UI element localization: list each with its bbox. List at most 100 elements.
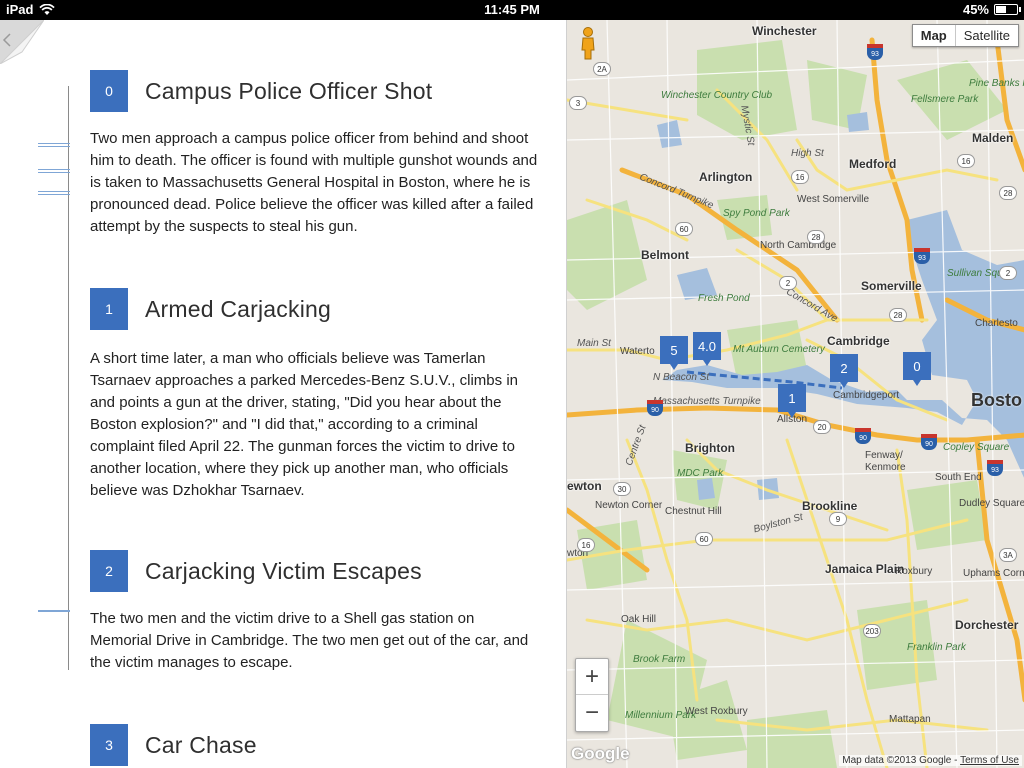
map-label: Roxbury [895,566,933,577]
battery-percent: 45% [962,2,989,17]
terms-of-use-link[interactable]: Terms of Use [960,755,1019,766]
map-type-map-button[interactable]: Map [913,25,956,46]
map-label: Newton Corner [595,500,663,511]
map-label: High St [791,148,824,159]
route-shield: 60 [675,222,693,236]
map-label: Medford [849,157,897,171]
map-label: West Roxbury [685,706,748,717]
zoom-control[interactable]: + − [575,658,609,732]
route-shield: 3A [999,548,1017,562]
event-number-badge[interactable]: 1 [90,288,128,330]
map-label: West Somerville [797,194,870,205]
map-label: Dorchester [955,618,1019,632]
event-title: Car Chase [145,731,257,758]
map-label: Winchester Country Club [661,90,773,101]
event-marker-0[interactable]: 0 [903,352,931,386]
street-view-pegman-icon[interactable] [578,26,598,60]
event-description: Two men approach a campus police officer… [90,130,538,235]
interstate-shield: 90 [855,428,871,444]
event-title: Carjacking Victim Escapes [145,557,422,584]
map-view[interactable]: Winchester Winchester Country Club Arlin… [566,20,1024,768]
route-shield: 28 [889,308,907,322]
status-bar: iPad 11:45 PM 45% [0,0,1024,20]
map-label: N Beacon St [653,372,710,383]
event-marker-5[interactable]: 5 [660,336,688,370]
route-shield: 30 [613,482,631,496]
route-shield: 9 [829,512,847,526]
map-label: Uphams Corne Hills [963,568,1024,579]
map-label: Dudley Square [959,498,1024,509]
map-label: Brook Farm [633,654,686,665]
map-type-satellite-button[interactable]: Satellite [956,25,1018,46]
battery-fill [996,6,1006,13]
event-item[interactable]: 0 Campus Police Officer Shot Two men app… [90,70,540,238]
timeline-line [68,86,69,670]
interstate-shield: 93 [987,460,1003,476]
map-label: Cambridge [827,334,890,348]
event-item[interactable]: 2 Carjacking Victim Escapes The two men … [90,550,540,674]
timeline-tick [38,191,70,195]
route-shield: 16 [957,154,975,168]
map-type-toggle[interactable]: Map Satellite [911,24,1019,47]
route-shield: 2A [593,62,611,76]
event-item[interactable]: 1 Armed Carjacking A short time later, a… [90,288,540,502]
timeline-tick [38,610,70,612]
zoom-out-button[interactable]: − [576,695,608,731]
route-shield: 2 [779,276,797,290]
route-shield: 60 [695,532,713,546]
event-description: A short time later, a man who officials … [90,350,518,499]
event-description: The two men and the victim drive to a Sh… [90,610,529,671]
map-label: Fenway/ Kenmore [865,450,906,473]
event-marker-1[interactable]: 1 [778,384,806,418]
route-shield: 28 [807,230,825,244]
map-label: Winchester [752,24,817,38]
timeline-tick [38,143,70,147]
map-label: Main St [577,338,611,349]
clock: 11:45 PM [484,2,540,17]
page-curl-icon[interactable] [0,20,44,64]
map-label: Brookline [802,499,858,513]
map-label: Jamaica Plain [825,562,905,576]
map-label: Brighton [685,441,735,455]
map-data-credit: Map data ©2013 Google [842,755,952,766]
map-label: Oak Hill [621,614,657,625]
event-title: Campus Police Officer Shot [145,77,433,104]
map-label: Somerville [861,279,922,293]
map-label: Copley Square [943,442,1010,453]
map-label: Bosto [971,390,1022,410]
route-shield: 203 [863,624,881,638]
interstate-shield: 90 [921,434,937,450]
event-marker-4[interactable]: 4.0 [693,332,721,366]
route-shield: 16 [791,170,809,184]
interstate-shield: 93 [867,44,883,60]
event-title: Armed Carjacking [145,295,331,322]
route-shield: 3 [569,96,587,110]
google-logo[interactable]: Google [571,744,630,764]
map-label: Mattapan [889,714,931,725]
map-label: Mt Auburn Cemetery [733,344,825,355]
map-label: Waterto [620,346,655,357]
map-label: ewton [567,479,602,493]
event-marker-2[interactable]: 2 [830,354,858,388]
timeline-panel[interactable]: 0 Campus Police Officer Shot Two men app… [0,20,566,768]
map-label: MDC Park [677,468,724,479]
map-label: Franklin Park [907,642,966,653]
event-number-badge[interactable]: 3 [90,724,128,766]
interstate-shield: 90 [647,400,663,416]
interstate-shield: 93 [914,248,930,264]
route-shield: 28 [999,186,1017,200]
map-label: Arlington [699,170,753,184]
event-number-badge[interactable]: 0 [90,70,128,112]
route-shield: 2 [999,266,1017,280]
event-number-badge[interactable]: 2 [90,550,128,592]
map-label: Fresh Pond [698,293,750,304]
timeline-tick [38,169,70,173]
map-label: Charlesto [975,318,1018,329]
route-shield: 20 [813,420,831,434]
map-label: North Cambridge [760,240,837,251]
map-label: South End [935,472,982,483]
zoom-in-button[interactable]: + [576,659,608,695]
event-item[interactable]: 3 Car Chase [90,724,540,766]
map-label: Spy Pond Park [723,208,790,219]
map-label: Fellsmere Park [911,94,979,105]
